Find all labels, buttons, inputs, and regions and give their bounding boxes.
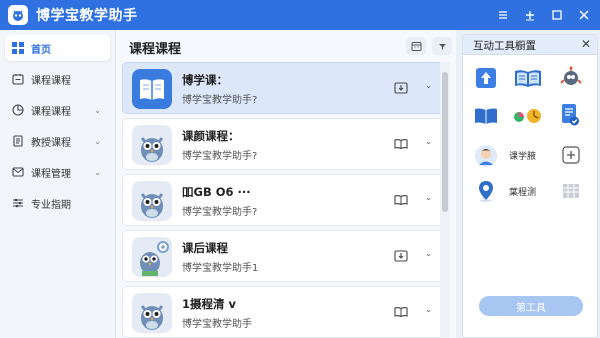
sidebar-item-course-stats[interactable]: 课程课程 ⌄: [5, 97, 110, 123]
chevron-down-icon[interactable]: ⌄: [425, 305, 432, 314]
picture-book-icon[interactable]: [513, 67, 543, 89]
card-subtitle: 博学宝教学助手?: [182, 151, 258, 162]
sidebar-item-courses[interactable]: 课程课程: [5, 66, 110, 92]
owl-mascot-icon: [132, 293, 172, 333]
course-card[interactable]: 吅GB O6 ··· 博学宝教学助手? ⌄: [122, 174, 444, 226]
sliders-icon: [12, 197, 24, 209]
app-logo-icon: [8, 5, 28, 25]
tool-label: 课学腋: [509, 152, 537, 162]
sidebar-item-label: 课程管理: [31, 168, 71, 180]
filter-icon[interactable]: [432, 37, 452, 55]
tool-label: 葉程测: [509, 188, 537, 198]
title-bar: 博学宝教学助手: [0, 0, 600, 30]
sidebar: 首页 课程课程 课程课程 ⌄ 教授课程 ⌄ 课程管理 ⌄ 专业指期: [0, 30, 116, 338]
calendar-icon: [12, 73, 24, 85]
course-list: 博学课： 博学宝教学助手? ⌄ 课颜课程： 博学宝教学助手? ⌄ 吅GB O6 …: [122, 62, 444, 338]
calendar-view-icon[interactable]: [406, 37, 426, 55]
grid-tool-icon[interactable]: [561, 181, 581, 201]
card-title: 博学课：: [182, 73, 228, 87]
open-book-tool-icon[interactable]: [473, 105, 499, 127]
page-title: 课程课程: [129, 42, 182, 57]
download-icon[interactable]: [392, 79, 410, 97]
book-icon: [132, 69, 172, 109]
sidebar-item-guide[interactable]: 专业指期: [5, 190, 110, 216]
card-subtitle: 博学宝教学助手1: [182, 263, 259, 274]
course-card[interactable]: 课颜课程： 博学宝教学助手? ⌄: [122, 118, 444, 170]
card-subtitle: 博学宝教学助手: [182, 319, 252, 330]
add-tool-button[interactable]: 第工具: [479, 296, 583, 316]
sidebar-item-label: 专业指期: [31, 199, 71, 211]
upload-arrow-icon[interactable]: [475, 67, 497, 89]
owl-gear-mascot-icon: [132, 237, 172, 277]
card-subtitle: 博学宝教学助手?: [182, 95, 258, 106]
maximize-icon[interactable]: [544, 0, 570, 30]
document-icon: [12, 135, 24, 147]
sidebar-item-label: 课程课程: [31, 75, 71, 87]
plus-box-icon[interactable]: [561, 145, 581, 165]
chevron-down-icon: ⌄: [94, 105, 101, 115]
sidebar-item-label: 课程课程: [31, 106, 71, 118]
card-title: 吅GB O6 ···: [182, 185, 251, 199]
new-icon[interactable]: [517, 0, 543, 30]
card-title: 课颜课程：: [182, 129, 240, 143]
sidebar-item-management[interactable]: 课程管理 ⌄: [5, 159, 110, 185]
sidebar-item-teaching[interactable]: 教授课程 ⌄: [5, 128, 110, 154]
open-book-icon[interactable]: [392, 191, 410, 209]
course-card[interactable]: 博学课： 博学宝教学助手? ⌄: [122, 62, 444, 114]
chevron-down-icon: ⌄: [94, 136, 101, 146]
grid-icon: [12, 42, 24, 54]
card-title: 1摄程清 ⅴ: [182, 297, 237, 311]
pie-chart-icon: [12, 104, 24, 116]
close-icon[interactable]: [571, 0, 597, 30]
chevron-down-icon[interactable]: ⌄: [425, 81, 432, 90]
teacher-avatar-icon[interactable]: [473, 143, 499, 169]
card-subtitle: 博学宝教学助手?: [182, 207, 258, 218]
owl-mascot-icon: [132, 125, 172, 165]
scrollbar-thumb[interactable]: [442, 72, 448, 212]
card-title: 课后课程: [182, 241, 228, 255]
chevron-down-icon: ⌄: [94, 167, 101, 177]
tools-panel: 互动工具橱置 ✕ 课学腋 葉程测 第工具: [462, 34, 598, 338]
open-book-icon[interactable]: [392, 135, 410, 153]
chevron-down-icon[interactable]: ⌄: [425, 249, 432, 258]
robot-icon[interactable]: [559, 65, 583, 89]
app-title: 博学宝教学助手: [36, 8, 138, 24]
course-card[interactable]: 1摄程清 ⅴ 博学宝教学助手 ⌄: [122, 286, 444, 338]
panel-header: 互动工具橱置 ✕: [463, 35, 597, 55]
color-wheel-icon[interactable]: [511, 105, 543, 127]
sidebar-item-home[interactable]: 首页: [5, 35, 110, 61]
close-icon[interactable]: ✕: [581, 37, 591, 51]
mail-icon: [12, 166, 24, 178]
course-card[interactable]: 课后课程 博学宝教学助手1 ⌄: [122, 230, 444, 282]
owl-mascot-icon: [132, 181, 172, 221]
location-pin-icon[interactable]: [475, 179, 497, 203]
sidebar-item-label: 首页: [31, 44, 51, 56]
checklist-icon[interactable]: [559, 103, 581, 127]
menu-icon[interactable]: [490, 0, 516, 30]
sidebar-item-label: 教授课程: [31, 137, 71, 149]
chevron-down-icon[interactable]: ⌄: [425, 137, 432, 146]
main-content: 课程课程 博学课： 博学宝教学助手? ⌄ 课颜课程： 博学宝教学助手? ⌄ 吅G…: [116, 30, 456, 338]
chevron-down-icon[interactable]: ⌄: [425, 193, 432, 202]
panel-title: 互动工具橱置: [473, 40, 536, 52]
open-book-icon[interactable]: [392, 303, 410, 321]
download-icon[interactable]: [392, 247, 410, 265]
